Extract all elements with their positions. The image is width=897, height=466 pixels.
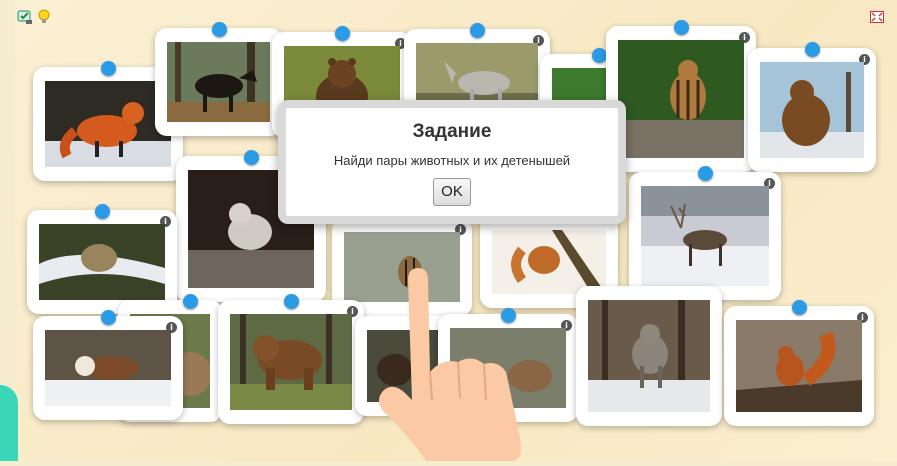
task-dialog: Задание Найди пары животных и их детеныш… bbox=[278, 100, 626, 224]
card-moose[interactable] bbox=[155, 22, 282, 136]
pin bbox=[805, 42, 820, 57]
pin bbox=[674, 20, 689, 35]
photo-brown-bear bbox=[230, 314, 352, 410]
pin bbox=[698, 166, 713, 181]
task-dialog-body: Задание Найди пары животных и их детеныш… bbox=[286, 108, 618, 216]
dialog-message: Найди пары животных и их детенышей bbox=[333, 153, 571, 168]
photo-ferret bbox=[45, 330, 171, 406]
card-brown-bear[interactable]: i bbox=[218, 294, 364, 424]
photo-fox bbox=[45, 81, 171, 167]
pin bbox=[792, 300, 807, 315]
photo-beaver bbox=[760, 62, 864, 158]
pin bbox=[95, 204, 110, 219]
pin bbox=[211, 22, 227, 37]
side-decoration bbox=[0, 385, 18, 461]
ok-button[interactable]: OK bbox=[433, 178, 471, 206]
pin bbox=[101, 61, 116, 76]
photo-moose bbox=[167, 42, 270, 122]
photo-lynx-kitten bbox=[39, 224, 165, 300]
card-wolf[interactable] bbox=[576, 286, 722, 426]
pin bbox=[470, 23, 485, 38]
card-beaver[interactable]: i bbox=[748, 42, 876, 172]
help-check-icon[interactable] bbox=[17, 9, 33, 25]
card-red-squirrel[interactable]: i bbox=[724, 300, 874, 426]
photo-wolf bbox=[588, 300, 710, 412]
hand-pointer-icon bbox=[372, 262, 532, 461]
pin bbox=[335, 26, 350, 41]
card-lynx-kitten[interactable]: i bbox=[27, 204, 177, 314]
photo-chipmunk bbox=[618, 40, 744, 158]
fullscreen-icon[interactable] bbox=[870, 10, 884, 23]
card-reindeer[interactable]: i bbox=[629, 166, 781, 300]
card-chipmunk[interactable]: i bbox=[606, 20, 756, 172]
hint-lightbulb-icon[interactable] bbox=[36, 9, 52, 25]
pin bbox=[284, 294, 299, 309]
pin bbox=[101, 310, 116, 325]
pin bbox=[592, 48, 607, 63]
card-ferret[interactable]: i bbox=[33, 310, 183, 420]
photo-reindeer bbox=[641, 186, 769, 286]
pin bbox=[183, 294, 198, 309]
dialog-title: Задание bbox=[412, 121, 492, 142]
photo-red-squirrel bbox=[736, 320, 862, 412]
pin bbox=[244, 150, 259, 165]
